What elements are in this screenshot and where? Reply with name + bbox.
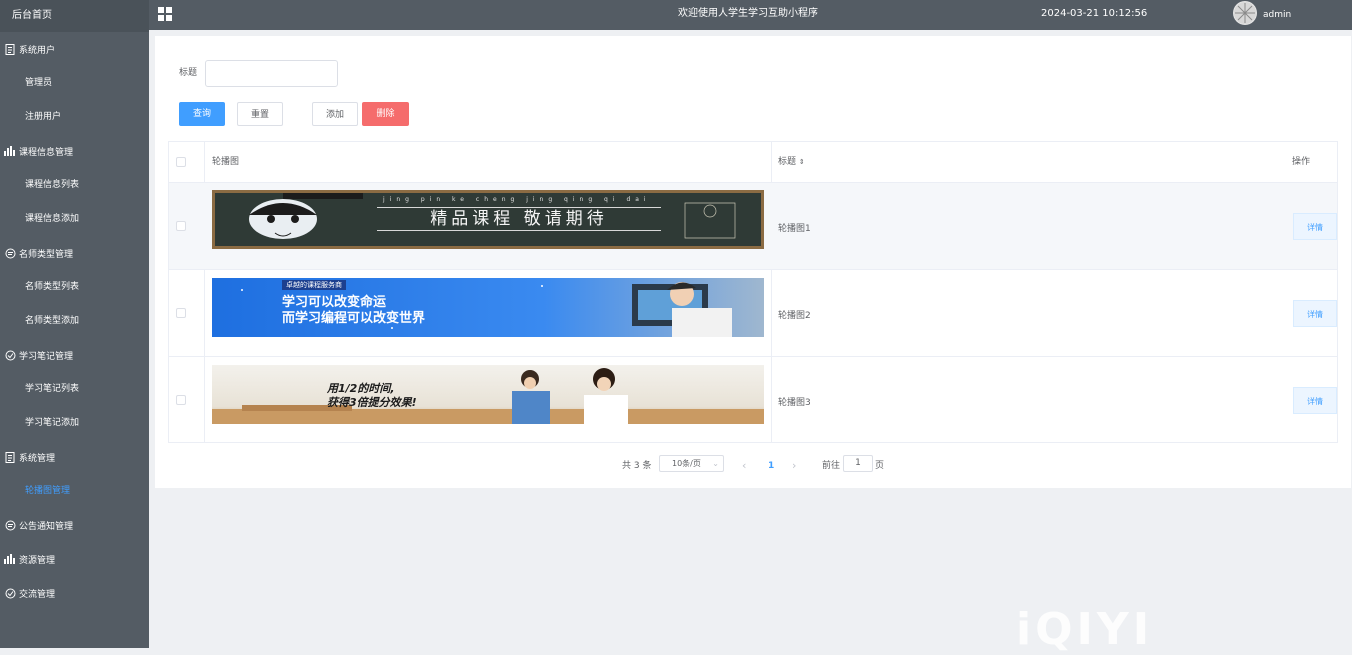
pagination-total: 共 3 条 (622, 461, 652, 471)
banner-image: jing pin ke cheng jing qing qi dai 精品课程 … (212, 190, 764, 249)
sidebar-group-system-users[interactable]: 系统用户 (0, 32, 149, 66)
sidebar-item-notes-add[interactable]: 学习笔记添加 (0, 406, 149, 440)
prev-page-button[interactable]: ‹ (742, 458, 746, 474)
chat-icon (4, 519, 16, 531)
delete-button[interactable]: 删除 (362, 102, 409, 126)
current-datetime: 2024-03-21 10:12:56 (1041, 8, 1148, 19)
watermark-logo: iQIYI (1016, 604, 1154, 655)
sidebar-group-label: 系统用户 (19, 45, 56, 56)
banner-image: 卓越的课程服务商 学习可以改变命运 而学习编程可以改变世界 (212, 278, 764, 337)
sidebar-home[interactable]: 后台首页 (0, 0, 149, 32)
sidebar-item-course-list[interactable]: 课程信息列表 (0, 168, 149, 202)
select-all-checkbox[interactable] (176, 157, 186, 167)
main-card: 标题 查询 重置 添加 删除 轮播图 标题 ⇕ 操作 jing pin ke c… (155, 36, 1351, 488)
sidebar-item-course-add[interactable]: 课程信息添加 (0, 202, 149, 236)
table-row: 卓越的课程服务商 学习可以改变命运 而学习编程可以改变世界 轮播图2 详情 (169, 269, 1337, 357)
sidebar-item-notes-list[interactable]: 学习笔记列表 (0, 372, 149, 406)
sidebar-group-label: 交流管理 (19, 589, 56, 600)
sidebar-group-label: 课程信息管理 (19, 147, 74, 158)
query-button[interactable]: 查询 (179, 102, 225, 126)
top-bar: 欢迎使用人学生学习互助小程序 2024-03-21 10:12:56 admin (149, 0, 1352, 30)
goto-label: 前往 (822, 461, 841, 471)
row-title: 轮播图3 (778, 398, 811, 408)
banner-image: 用1/2的时间, 获得3倍提分效果! (212, 365, 764, 424)
column-header-actions: 操作 (1292, 157, 1311, 167)
sidebar-item-carousel[interactable]: 轮播图管理 (0, 474, 149, 508)
data-table: 轮播图 标题 ⇕ 操作 jing pin ke cheng jing qing … (168, 141, 1338, 443)
check-circle-icon (4, 587, 16, 599)
page-number-current[interactable]: 1 (768, 458, 774, 474)
chevron-down-icon: ⌄ (712, 459, 719, 468)
sidebar-item-teacher-type-list[interactable]: 名师类型列表 (0, 270, 149, 304)
table-row: 用1/2的时间, 获得3倍提分效果! 轮播图3 详情 (169, 356, 1337, 443)
sidebar-group-exchange[interactable]: 交流管理 (0, 576, 149, 610)
sidebar-group-label: 学习笔记管理 (19, 351, 74, 362)
add-button[interactable]: 添加 (312, 102, 358, 126)
sidebar-group-system[interactable]: 系统管理 (0, 440, 149, 474)
sidebar-group-resources[interactable]: 资源管理 (0, 542, 149, 576)
banner-pinyin: jing pin ke cheng jing qing qi dai (383, 196, 651, 203)
username[interactable]: admin (1263, 0, 1291, 30)
row-title: 轮播图2 (778, 311, 811, 321)
page-size-select[interactable]: 10条/页 ⌄ (659, 455, 724, 472)
title-filter-input[interactable] (205, 60, 338, 87)
sidebar-group-notice[interactable]: 公告通知管理 (0, 508, 149, 542)
bar-chart-icon (4, 553, 16, 565)
avatar[interactable] (1233, 1, 1257, 25)
banner-caption-2: 获得3倍提分效果! (327, 396, 417, 409)
row-checkbox[interactable] (176, 395, 186, 405)
title-filter-label: 标题 (179, 68, 198, 78)
banner-caption-2: 而学习编程可以改变世界 (282, 311, 426, 326)
next-page-button[interactable]: › (792, 458, 796, 474)
sidebar-group-label: 资源管理 (19, 555, 56, 566)
detail-button[interactable]: 详情 (1293, 387, 1337, 414)
sidebar-item-teacher-type-add[interactable]: 名师类型添加 (0, 304, 149, 338)
banner-tag: 卓越的课程服务商 (282, 280, 346, 290)
sidebar-group-teacher-type[interactable]: 名师类型管理 (0, 236, 149, 270)
detail-button[interactable]: 详情 (1293, 213, 1337, 240)
sidebar-item-registered-users[interactable]: 注册用户 (0, 100, 149, 134)
page-unit-label: 页 (875, 461, 885, 471)
sidebar-group-notes[interactable]: 学习笔记管理 (0, 338, 149, 372)
column-header-title[interactable]: 标题 ⇕ (778, 142, 805, 182)
check-circle-icon (4, 349, 16, 361)
sidebar: 后台首页 系统用户 管理员 注册用户 课程信息管理 课程信息列表 课程信息添加 … (0, 0, 149, 648)
chat-icon (4, 247, 16, 259)
document-icon (4, 43, 16, 55)
grid-menu-icon[interactable] (158, 7, 172, 21)
sort-icon[interactable]: ⇕ (799, 158, 805, 166)
row-checkbox[interactable] (176, 221, 186, 231)
reset-button[interactable]: 重置 (237, 102, 283, 126)
goto-page-input[interactable]: 1 (843, 455, 873, 472)
sidebar-group-label: 名师类型管理 (19, 249, 74, 260)
sidebar-group-label: 系统管理 (19, 453, 56, 464)
detail-button[interactable]: 详情 (1293, 300, 1337, 327)
row-checkbox[interactable] (176, 308, 186, 318)
sidebar-item-admin[interactable]: 管理员 (0, 66, 149, 100)
bar-chart-icon (4, 145, 16, 157)
row-title: 轮播图1 (778, 224, 811, 234)
sidebar-group-course[interactable]: 课程信息管理 (0, 134, 149, 168)
banner-caption: 精品课程 敬请期待 (377, 207, 661, 231)
app-title: 欢迎使用人学生学习互助小程序 (678, 8, 818, 19)
sidebar-group-label: 公告通知管理 (19, 521, 74, 532)
column-header-banner: 轮播图 (212, 157, 240, 167)
document-icon (4, 451, 16, 463)
table-row: jing pin ke cheng jing qing qi dai 精品课程 … (169, 182, 1337, 270)
